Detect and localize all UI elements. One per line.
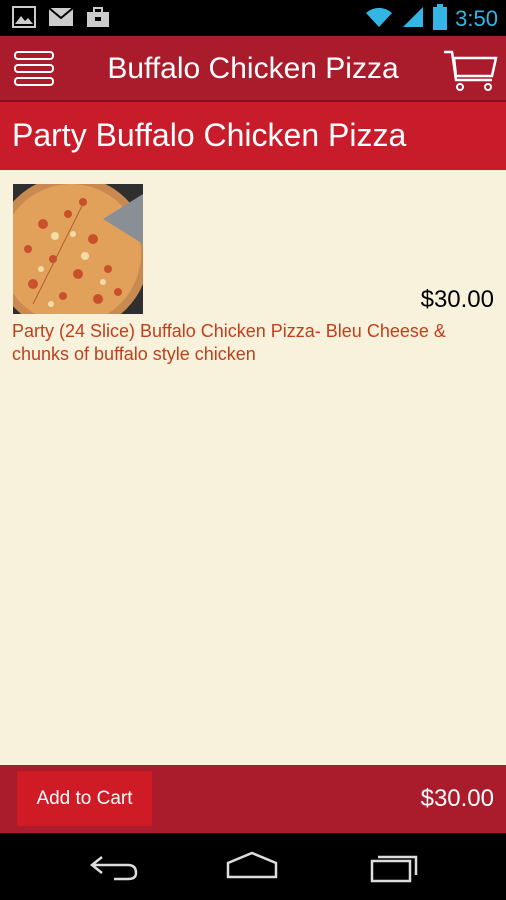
system-nav-bar <box>0 833 506 900</box>
page-title: Buffalo Chicken Pizza <box>107 52 399 85</box>
signal-icon <box>401 5 425 33</box>
order-total: $30.00 <box>420 785 494 812</box>
recents-icon[interactable] <box>366 849 426 883</box>
battery-icon <box>433 4 448 34</box>
wifi-icon <box>365 5 393 33</box>
briefcase-icon <box>86 6 110 32</box>
home-icon[interactable] <box>222 849 282 883</box>
section-header: Party Buffalo Chicken Pizza <box>0 102 506 170</box>
app-bar: Buffalo Chicken Pizza <box>0 36 506 102</box>
cart-icon[interactable] <box>442 48 500 92</box>
bottom-bar: Add to Cart $30.00 <box>0 765 506 833</box>
back-icon[interactable] <box>84 849 144 883</box>
add-to-cart-button[interactable]: Add to Cart <box>17 771 152 826</box>
pizza-photo <box>13 184 143 314</box>
section-title: Party Buffalo Chicken Pizza <box>12 117 407 153</box>
status-bar: 3:50 <box>0 0 506 36</box>
clock: 3:50 <box>455 6 498 31</box>
item-price: $30.00 <box>420 286 494 313</box>
item-detail: $30.00 Party (24 Slice) Buffalo Chicken … <box>0 170 506 765</box>
gmail-icon <box>48 6 74 32</box>
item-description: Party (24 Slice) Buffalo Chicken Pizza- … <box>12 321 446 364</box>
image-icon <box>12 6 36 32</box>
